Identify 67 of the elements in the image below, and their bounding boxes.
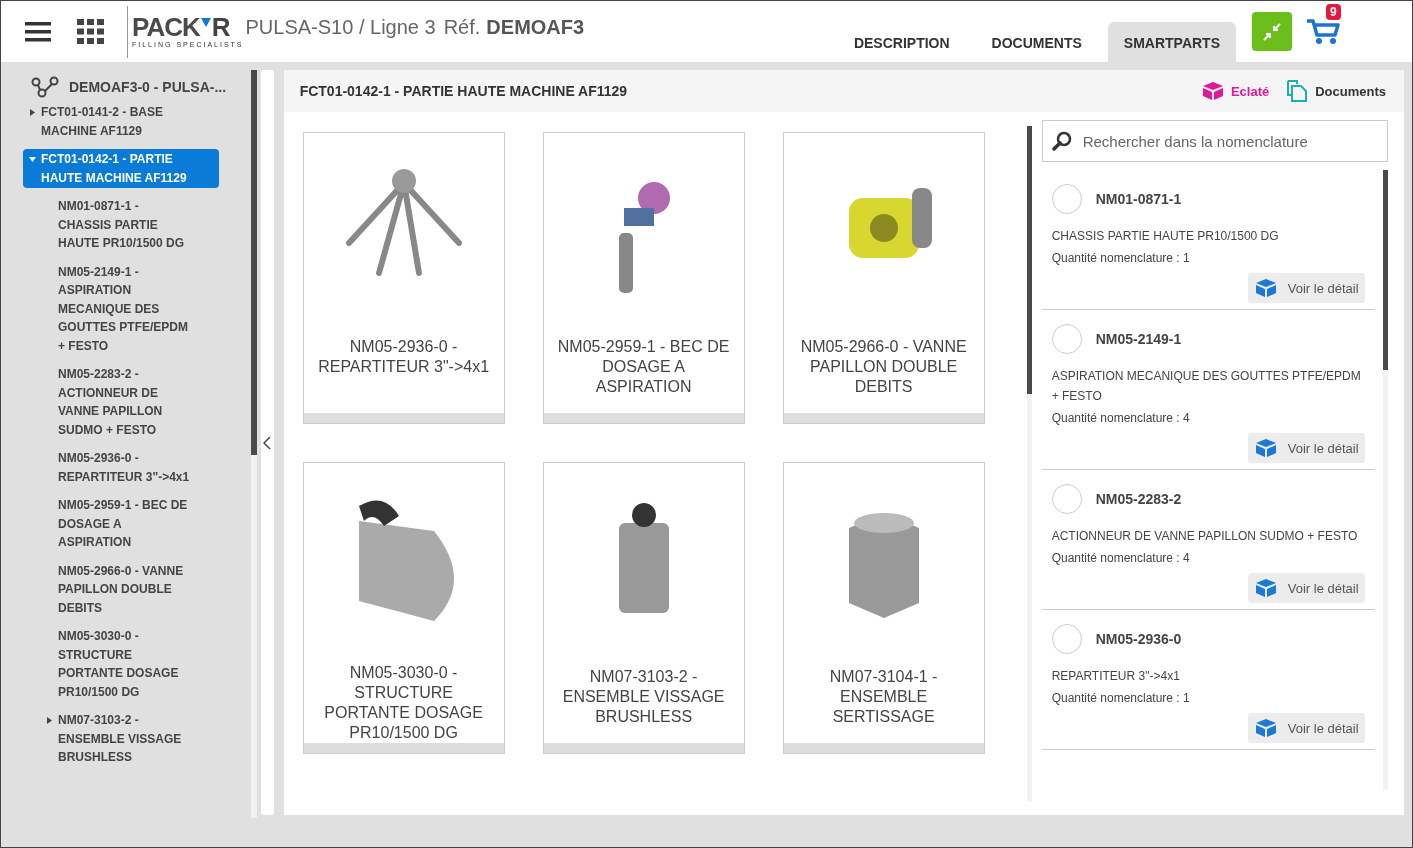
part-label: NM07-3104-1 - ENSEMBLE SERTISSAGE bbox=[828, 667, 939, 727]
caret-right-icon[interactable] bbox=[46, 717, 53, 724]
caret-right-icon[interactable] bbox=[29, 109, 36, 116]
documents-button[interactable]: Documents bbox=[1287, 80, 1386, 102]
caret-down-icon[interactable] bbox=[29, 156, 36, 163]
tree-structure-icon bbox=[31, 76, 59, 98]
apps-grid-icon[interactable] bbox=[77, 18, 105, 45]
view-detail-button[interactable]: Voir le détail bbox=[1247, 573, 1365, 603]
view-detail-button[interactable]: Voir le détail bbox=[1247, 273, 1365, 303]
tree-item[interactable]: NM05-2149-1 - ASPIRATION MECANIQUE DES GOUTTES PTFE/EPDM + FESTO bbox=[40, 261, 200, 356]
part-quantity: Quantité nomenclature : 4 bbox=[1051, 551, 1191, 565]
documents-icon bbox=[1287, 80, 1308, 102]
machine-title: PULSA-S10 / Ligne 3 bbox=[245, 16, 436, 39]
part-description: REPARTITEUR 3"->4x1 bbox=[1051, 668, 1181, 685]
part-quantity: Quantité nomenclature : 4 bbox=[1051, 411, 1191, 425]
tree-item[interactable]: NM05-3030-0 - STRUCTURE PORTANTE DOSAGE PR10/1500 DG bbox=[40, 626, 200, 702]
part-code: NM01-0871-1 bbox=[1095, 191, 1182, 207]
part-code: NM05-2283-2 bbox=[1095, 491, 1182, 507]
view-detail-button[interactable]: Voir le détail bbox=[1247, 713, 1365, 743]
tree-item[interactable]: NM05-2959-1 - BEC DE DOSAGE A ASPIRATION bbox=[40, 495, 200, 553]
exploded-view-button[interactable]: Eclaté bbox=[1202, 82, 1270, 100]
cart-count-badge: 9 bbox=[1326, 4, 1341, 21]
ref-value: DEMOAF3 bbox=[486, 16, 585, 39]
scrollbar[interactable] bbox=[250, 70, 257, 818]
tree-item[interactable]: NM05-2283-2 - ACTIONNEUR DE VANNE PAPILLON SUDMO + FESTO bbox=[40, 364, 200, 440]
cube-icon bbox=[1255, 279, 1276, 297]
part-label: NM05-2966-0 - VANNE PAPILLON DOUBLE DEBITS bbox=[799, 337, 968, 397]
cube-icon bbox=[1255, 439, 1276, 457]
part-card[interactable]: NM05-2936-0 - REPARTITEUR 3"->4x1 bbox=[302, 132, 505, 424]
part-quantity: Quantité nomenclature : 1 bbox=[1051, 691, 1191, 705]
tree-item[interactable]: NM01-0871-1 - CHASSIS PARTIE HAUTE PR10/1500 DG bbox=[40, 196, 200, 254]
compress-arrows-icon bbox=[1262, 21, 1282, 42]
part-card[interactable]: NM05-2966-0 - VANNE PAPILLON DOUBLE DEBITS bbox=[782, 132, 985, 424]
nav-tab[interactable]: DESCRIPTION bbox=[837, 22, 966, 62]
part-card[interactable]: NM05-2959-1 - BEC DE DOSAGE A ASPIRATION bbox=[542, 132, 745, 424]
part-card[interactable]: NM05-3030-0 - STRUCTURE PORTANTE DOSAGE PR10/1500 DG bbox=[302, 462, 505, 754]
search-field[interactable]: Rechercher dans la nomenclature bbox=[1041, 120, 1388, 162]
tree-item[interactable]: FCT01-0141-2 - BASE MACHINE AF1129 bbox=[23, 102, 207, 141]
ref-label: Réf. bbox=[443, 16, 481, 39]
part-code: NM05-2936-0 bbox=[1095, 631, 1182, 647]
nav-tab[interactable]: DOCUMENTS bbox=[975, 22, 1098, 62]
cube-icon bbox=[1202, 82, 1223, 100]
tree-item[interactable]: NM07-3103-2 - ENSEMBLE VISSAGE BRUSHLESS bbox=[40, 710, 200, 768]
cube-icon bbox=[1255, 579, 1276, 597]
part-quantity: Quantité nomenclature : 1 bbox=[1051, 251, 1191, 265]
part-description: CHASSIS PARTIE HAUTE PR10/1500 DG bbox=[1051, 228, 1280, 245]
part-label: NM07-3103-2 - ENSEMBLE VISSAGE BRUSHLESS bbox=[561, 667, 726, 727]
tree-root-label[interactable]: DEMOAF3-0 - PULSA-... bbox=[69, 79, 227, 95]
part-description: ASPIRATION MECANIQUE DES GOUTTES PTFE/EPDM + FESTO bbox=[1051, 368, 1362, 405]
tree-item[interactable]: FCT01-0142-1 - PARTIE HAUTE MACHINE AF1129 bbox=[23, 149, 219, 188]
tree-item[interactable]: NM05-2936-0 - REPARTITEUR 3"->4x1 bbox=[40, 448, 200, 487]
part-card[interactable]: NM07-3104-1 - ENSEMBLE SERTISSAGE bbox=[782, 462, 985, 754]
part-code: NM05-2149-1 bbox=[1095, 331, 1182, 347]
part-label: NM05-2959-1 - BEC DE DOSAGE A ASPIRATION bbox=[556, 337, 731, 397]
tree-item[interactable]: NM05-2966-0 - VANNE PAPILLON DOUBLE DEBITS bbox=[40, 560, 200, 618]
part-card[interactable]: NM07-3103-2 - ENSEMBLE VISSAGE BRUSHLESS bbox=[542, 462, 745, 754]
scrollbar[interactable] bbox=[1382, 170, 1388, 790]
part-description: ACTIONNEUR DE VANNE PAPILLON SUDMO + FESTO bbox=[1051, 528, 1359, 545]
view-detail-button[interactable]: Voir le détail bbox=[1247, 433, 1365, 463]
panel-title: FCT01-0142-1 - PARTIE HAUTE MACHINE AF1129 bbox=[299, 83, 628, 99]
cube-icon bbox=[1255, 719, 1276, 737]
scrollbar[interactable] bbox=[1026, 126, 1032, 802]
part-label: NM05-2936-0 - REPARTITEUR 3"->4x1 bbox=[317, 337, 491, 377]
chevron-left-icon bbox=[263, 435, 272, 450]
part-label: NM05-3030-0 - STRUCTURE PORTANTE DOSAGE PR10/1500 DG bbox=[323, 663, 484, 744]
menu-icon[interactable] bbox=[25, 21, 51, 42]
nav-tab[interactable]: SMARTPARTS bbox=[1107, 22, 1236, 62]
